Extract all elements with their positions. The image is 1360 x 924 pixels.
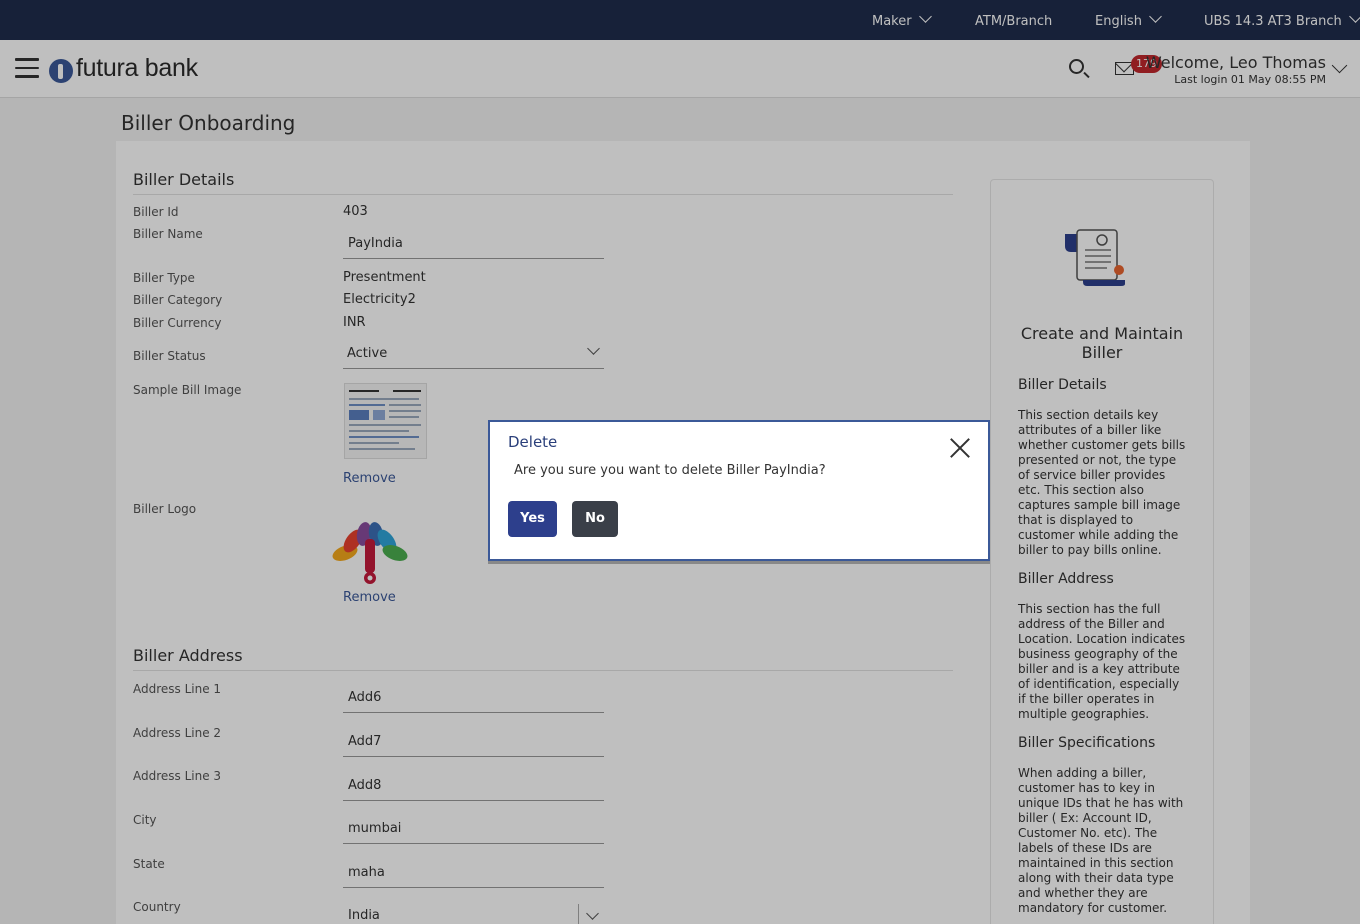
delete-confirm-dialog: Delete Are you sure you want to delete B…: [488, 420, 990, 561]
dialog-message: Are you sure you want to delete Biller P…: [514, 463, 826, 478]
no-button[interactable]: No: [572, 501, 618, 537]
yes-button[interactable]: Yes: [508, 501, 557, 537]
close-icon[interactable]: [948, 435, 972, 459]
dialog-title: Delete: [508, 433, 558, 451]
